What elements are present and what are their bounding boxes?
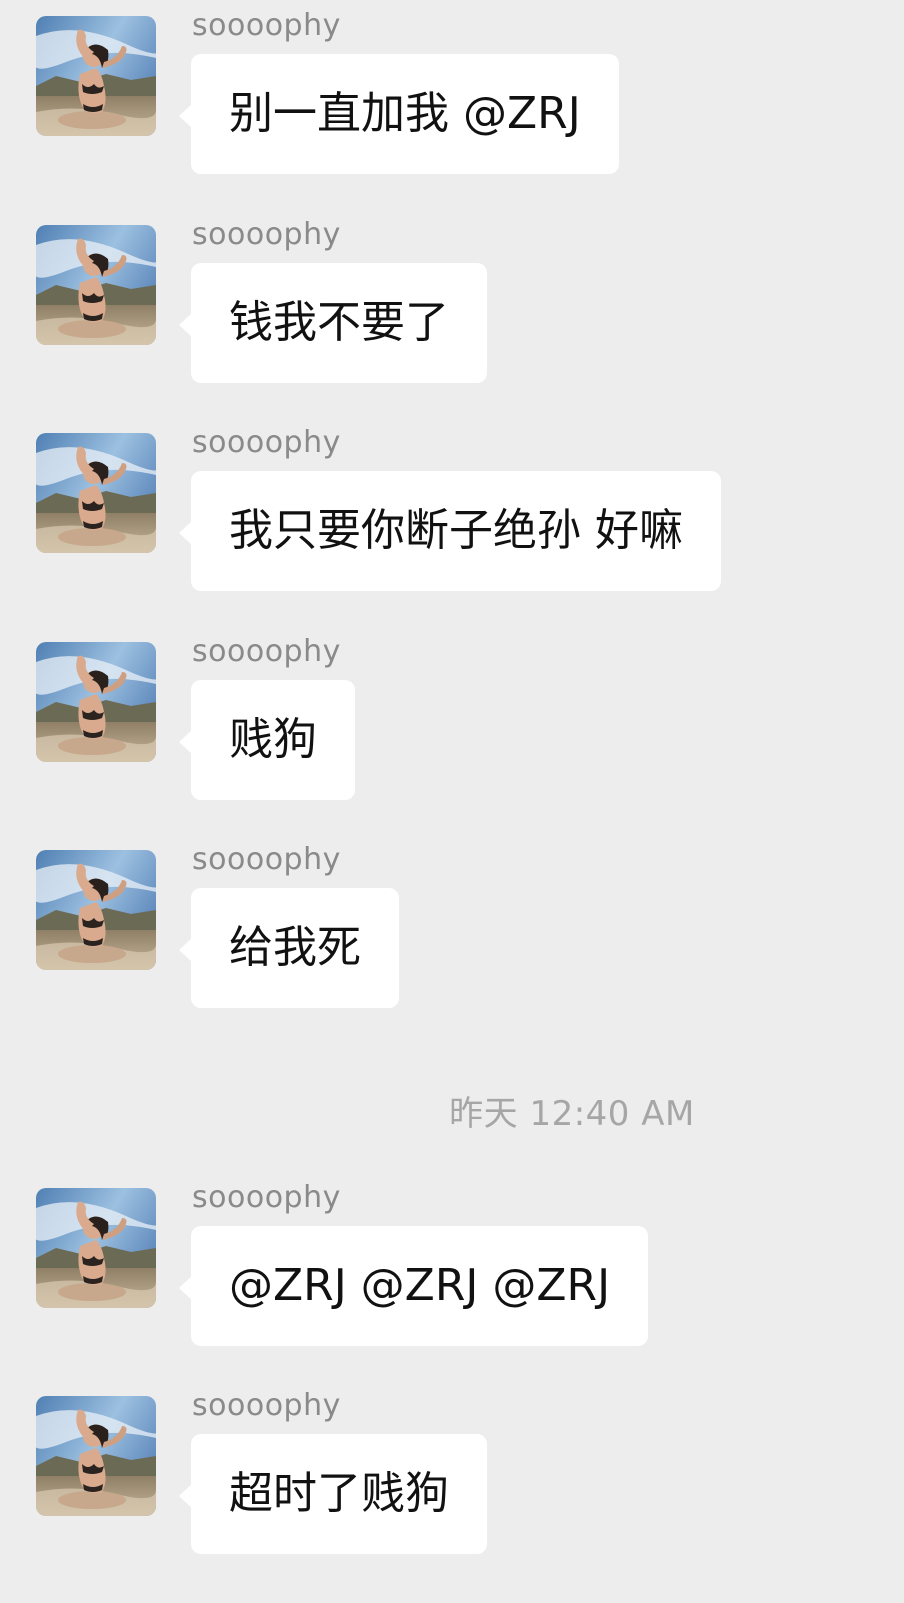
message-row: soooophy 超时了贱狗 bbox=[0, 1388, 904, 1576]
message-bubble[interactable]: 给我死 bbox=[179, 888, 399, 1008]
message-text: 钱我不要了 bbox=[229, 297, 449, 348]
message-bubble[interactable]: 贱狗 bbox=[179, 680, 355, 800]
message-row: soooophy 钱我不要了 bbox=[0, 217, 904, 405]
sender-name: soooophy bbox=[192, 1388, 341, 1423]
message-text: 别一直加我 @ZRJ bbox=[229, 88, 581, 139]
message-row: soooophy 给我死 bbox=[0, 842, 904, 1030]
message-text: @ZRJ @ZRJ @ZRJ bbox=[229, 1260, 611, 1311]
message-row: soooophy 我只要你断子绝孙 好嘛 bbox=[0, 425, 904, 613]
sender-name: soooophy bbox=[192, 425, 341, 460]
message-text: 给我死 bbox=[229, 922, 361, 973]
avatar-photo-icon[interactable] bbox=[36, 433, 156, 553]
avatar-photo-icon[interactable] bbox=[36, 16, 156, 136]
sender-name: soooophy bbox=[192, 1180, 341, 1215]
message-text: 超时了贱狗 bbox=[229, 1468, 449, 1519]
message-bubble[interactable]: 别一直加我 @ZRJ bbox=[179, 54, 619, 174]
message-row: soooophy @ZRJ @ZRJ @ZRJ bbox=[0, 1180, 904, 1368]
sender-name: soooophy bbox=[192, 8, 341, 43]
avatar-photo-icon[interactable] bbox=[36, 1396, 156, 1516]
sender-name: soooophy bbox=[192, 217, 341, 252]
message-bubble[interactable]: 超时了贱狗 bbox=[179, 1434, 487, 1554]
message-bubble[interactable]: @ZRJ @ZRJ @ZRJ bbox=[178, 1226, 649, 1346]
timestamp-divider: 昨天 12:40 AM bbox=[449, 1094, 695, 1134]
sender-name: soooophy bbox=[192, 842, 341, 877]
avatar-photo-icon[interactable] bbox=[36, 225, 156, 345]
message-bubble[interactable]: 我只要你断子绝孙 好嘛 bbox=[179, 471, 721, 591]
chat-message-list[interactable]: soooophy 别一直加我 @ZRJ soooophy 钱我不要了 soooo… bbox=[0, 0, 904, 1603]
message-row: soooophy 贱狗 bbox=[0, 634, 904, 822]
avatar-photo-icon[interactable] bbox=[36, 850, 156, 970]
message-text: 我只要你断子绝孙 好嘛 bbox=[229, 505, 683, 556]
avatar-photo-icon[interactable] bbox=[36, 1188, 156, 1308]
message-bubble[interactable]: 钱我不要了 bbox=[179, 263, 487, 383]
message-row: soooophy 别一直加我 @ZRJ bbox=[0, 8, 904, 196]
message-text: 贱狗 bbox=[229, 714, 317, 765]
sender-name: soooophy bbox=[192, 634, 341, 669]
avatar-photo-icon[interactable] bbox=[36, 642, 156, 762]
